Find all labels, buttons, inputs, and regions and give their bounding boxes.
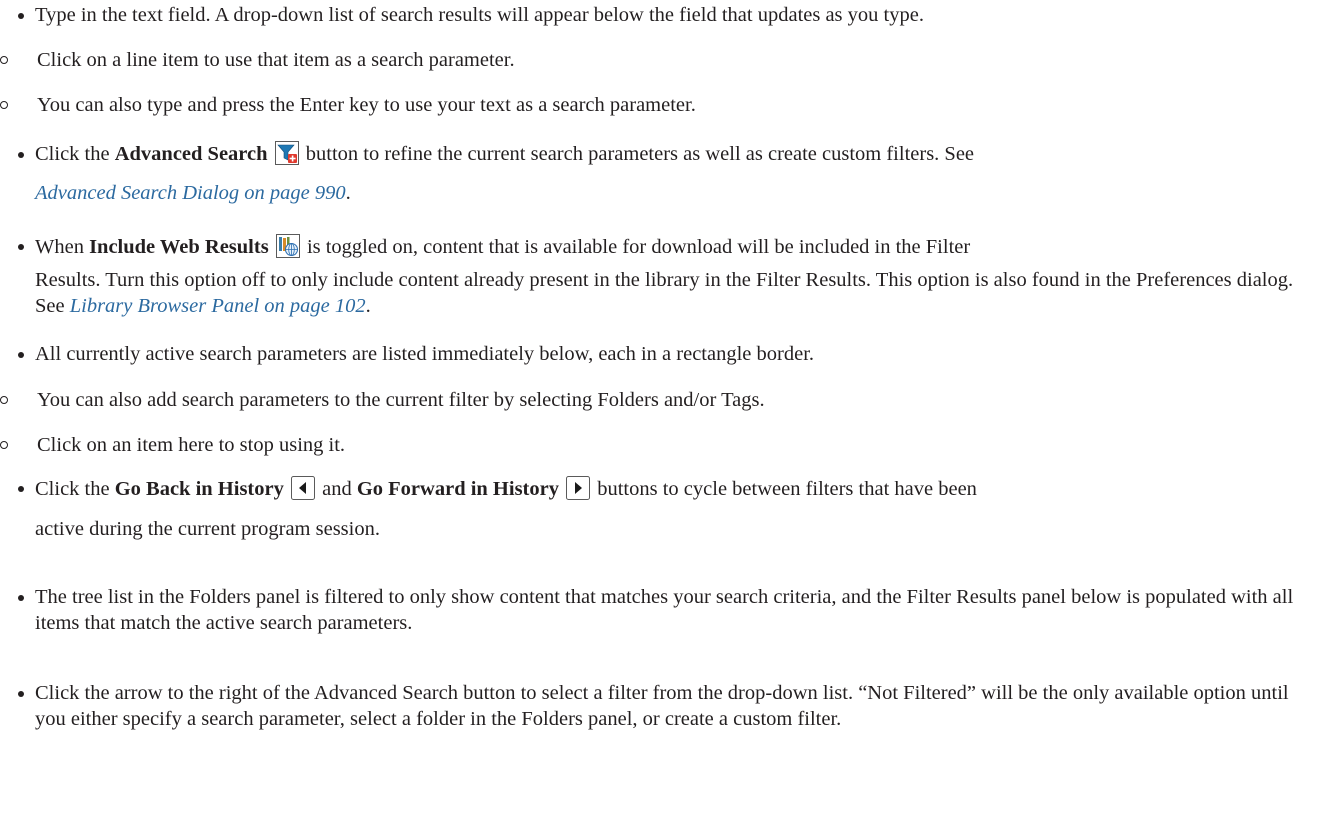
library-globe-icon[interactable] [275,234,300,258]
bullet-type-text: Type in the text field. A drop-down list… [0,0,1320,31]
bullet-marker [18,13,24,19]
bullet-marker [18,244,24,250]
link-library-browser-panel[interactable]: Library Browser Panel on page 102 [70,295,366,317]
bullet-marker [18,352,24,358]
bullet-text: You can also type and press the Enter ke… [37,94,696,116]
bullet-text: Type in the text field. A drop-down list… [35,4,924,26]
bullet-text: Click the [35,143,115,165]
bullet-dropdown: Click the arrow to the right of the Adva… [0,681,1320,732]
bullet-text: button to refine the current search para… [300,143,975,165]
bullet-tree-list: The tree list in the Folders panel is fi… [0,585,1320,636]
funnel-plus-icon[interactable] [274,141,299,165]
bullet-text: Click the [35,478,115,500]
bullet-text: buttons to cycle between filters that ha… [592,478,977,500]
sub-bullet-marker [0,101,8,109]
link-advanced-search-dialog[interactable]: Advanced Search Dialog on page 990 [35,182,346,204]
bullet-history-cont: active during the current program sessio… [0,514,1320,545]
bullet-include-web-results-cont: Results. Turn this option off to only in… [0,268,1320,319]
bullet-include-web-results: When Include Web Results is toggled on, … [0,228,1320,266]
bullet-active-params: All currently active search parameters a… [0,339,1320,370]
bullet-marker [18,691,24,697]
punctuation: . [345,182,351,204]
sub-bullet-marker [0,56,8,64]
bullet-advanced-search: Click the Advanced Search button to refi… [0,135,1320,213]
bullet-text: Click on a line item to use that item as… [37,49,515,71]
include-web-results-label: Include Web Results [89,236,269,258]
bullet-text: active during the current program sessio… [35,518,380,540]
punctuation: . [365,294,371,317]
sub-bullet-marker [0,441,8,449]
bullet-text: You can also add search parameters to th… [37,389,765,411]
triangle-left-icon[interactable] [290,476,315,500]
bullet-text: When [35,236,90,258]
bullet-text: Click the arrow to the right of the Adva… [35,682,1289,730]
sub-bullet-folders-tags: You can also add search parameters to th… [0,385,1320,416]
sub-bullet-stop-using: Click on an item here to stop using it. [0,430,1320,461]
bullet-text: All currently active search parameters a… [35,343,815,365]
bullet-marker [18,152,24,158]
advanced-search-label: Advanced Search [114,143,268,165]
sub-bullet-enter-key: You can also type and press the Enter ke… [0,90,1320,121]
bullet-text: Click on an item here to stop using it. [37,434,346,456]
bullet-text: and [316,478,357,500]
bullet-text: The tree list in the Folders panel is fi… [35,586,1294,634]
bullet-history: Click the Go Back in History and Go Forw… [0,470,1320,508]
go-forward-label: Go Forward in History [356,478,559,500]
bullet-marker [18,486,24,492]
triangle-right-icon[interactable] [566,476,591,500]
go-back-label: Go Back in History [114,478,284,500]
sub-bullet-marker [0,396,8,404]
bullet-text: is toggled on, content that is available… [301,236,971,258]
sub-bullet-click-line-item: Click on a line item to use that item as… [0,45,1320,76]
bullet-marker [18,595,24,601]
